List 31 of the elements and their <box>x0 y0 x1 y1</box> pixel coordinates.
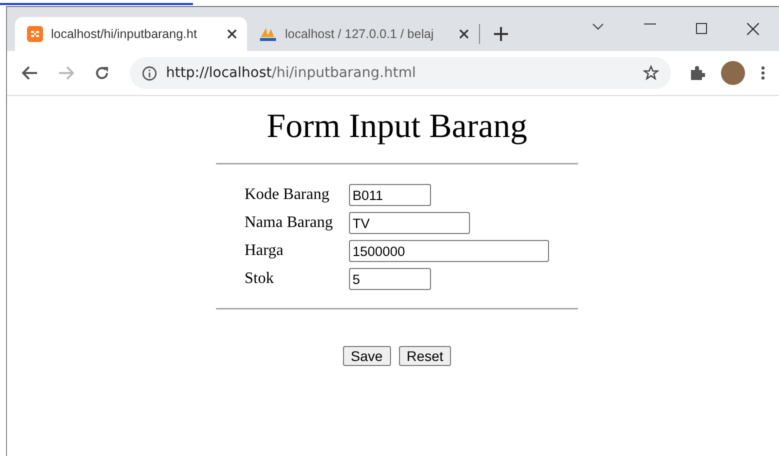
browser-tab[interactable]: localhost / 127.0.0.1 / belaj <box>247 17 479 51</box>
input-field[interactable]: 5 <box>348 268 430 290</box>
new-tab-icon[interactable] <box>494 27 508 41</box>
reload-icon[interactable] <box>94 65 110 81</box>
input-field[interactable]: 1500000 <box>348 240 548 262</box>
browser-tab[interactable]: localhost/hi/inputbarang.ht <box>15 17 247 51</box>
more-icon[interactable] <box>761 66 765 80</box>
chevron-down-icon[interactable] <box>592 23 604 31</box>
minimize-icon[interactable] <box>644 23 656 25</box>
field-label: Nama Barang <box>244 214 334 232</box>
field-label: Harga <box>244 242 284 260</box>
page-heading: Form Input Barang <box>266 108 528 146</box>
form-button[interactable]: Reset <box>398 346 452 366</box>
input-field[interactable]: TV <box>348 212 470 234</box>
back-arrow-icon[interactable] <box>22 66 38 80</box>
form-button[interactable]: Save <box>342 346 391 366</box>
maximize-icon[interactable] <box>696 23 707 34</box>
address-bar[interactable]: http://localhost/hi/inputbarang.html <box>130 57 671 89</box>
star-icon[interactable] <box>643 65 659 81</box>
avatar-circle[interactable] <box>721 61 745 85</box>
puzzle-piece-icon[interactable] <box>689 65 705 81</box>
app-logo-icon <box>27 26 43 42</box>
field-label: Kode Barang <box>244 186 330 204</box>
input-field[interactable]: B011 <box>348 184 430 206</box>
sail-logo-icon <box>259 26 277 42</box>
close-icon[interactable] <box>747 23 759 35</box>
field-label: Stok <box>244 270 275 288</box>
close-icon[interactable] <box>459 29 469 39</box>
url-text: http://localhost/hi/inputbarang.html <box>166 65 416 81</box>
info-icon <box>142 66 157 80</box>
close-icon[interactable] <box>227 29 237 39</box>
